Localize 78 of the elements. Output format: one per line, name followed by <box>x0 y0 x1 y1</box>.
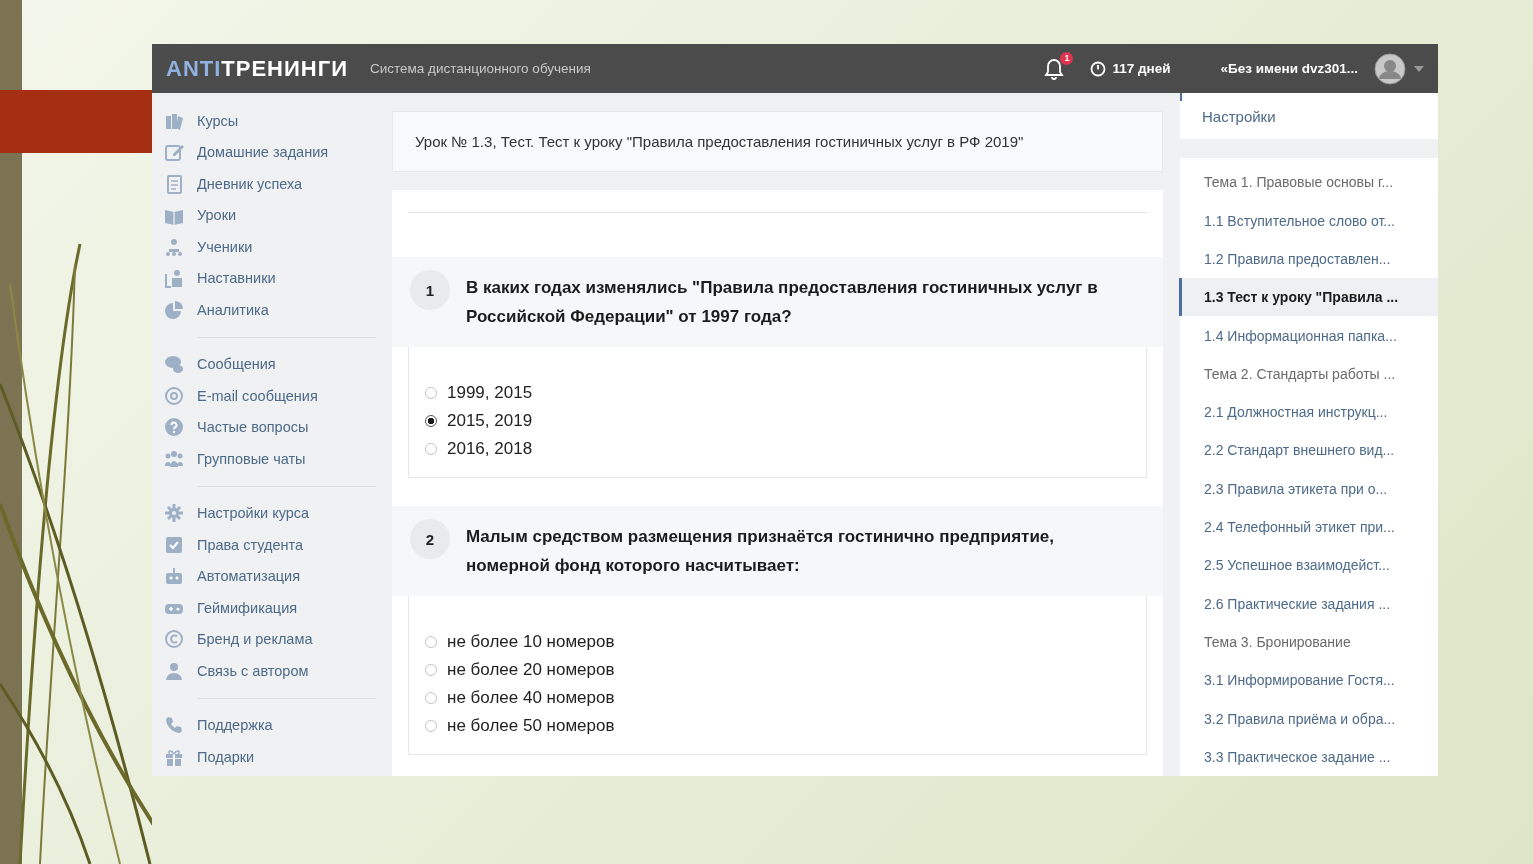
sidebar-item[interactable]: Геймификация <box>164 592 376 624</box>
sidebar-item[interactable]: Настройки курса <box>164 497 376 529</box>
sidebar-item[interactable]: Подарки <box>164 741 376 773</box>
answer-option[interactable]: не более 20 номеров <box>447 660 615 680</box>
robot-icon <box>164 566 184 587</box>
clock-icon <box>1090 60 1107 77</box>
lesson-item[interactable]: 2.6 Практические задания ... <box>1179 584 1438 623</box>
question-number: 2 <box>410 519 450 559</box>
logo[interactable]: ANTIТРЕНИНГИ <box>166 55 348 82</box>
lesson-item[interactable]: 2.2 Стандарт внешнего вид... <box>1179 431 1438 470</box>
lesson-item[interactable]: 2.5 Успешное взаимодейст... <box>1179 546 1438 585</box>
question-text: В каких годах изменялись "Правила предоставления гостиничных услуг в Российской Федерации" от 1997 года? <box>466 277 1099 328</box>
topic-item[interactable]: Тема 3. Бронирование <box>1179 622 1438 662</box>
sidebar-item[interactable]: Групповые чаты <box>164 443 376 475</box>
topic-item[interactable]: Тема 2. Стандарты работы ... <box>1179 354 1438 394</box>
sidebar-item[interactable]: Уроки <box>164 199 376 231</box>
sidebar-item[interactable]: Курсы <box>164 105 376 137</box>
lesson-item[interactable]: 3.1 Информирование Гостя... <box>1179 661 1438 700</box>
mentor-icon <box>164 268 184 289</box>
radio-button[interactable] <box>425 387 437 399</box>
sidebar-item[interactable]: Автоматизация <box>164 560 376 592</box>
radio-button[interactable] <box>425 692 437 704</box>
bell-icon[interactable] <box>1044 57 1065 80</box>
sidebar-item[interactable]: E-mail сообщения <box>164 380 376 412</box>
lesson-item[interactable]: 1.4 Информационная папка... <box>1179 316 1438 355</box>
sidebar-item[interactable]: Дневник успеха <box>164 168 376 200</box>
radio-button[interactable] <box>425 664 437 676</box>
copyright-icon <box>164 629 184 650</box>
answer-option[interactable]: 2015, 2019 <box>447 411 533 431</box>
avatar-icon[interactable] <box>1374 52 1406 85</box>
lesson-item[interactable]: 2.3 Правила этикета при о... <box>1179 469 1438 508</box>
person-icon <box>164 660 184 681</box>
sidebar-item[interactable]: Наставники <box>164 262 376 294</box>
radio-button[interactable] <box>425 443 437 455</box>
question-number: 1 <box>410 270 450 310</box>
radio-button[interactable] <box>425 415 437 427</box>
notification-badge: 1 <box>1060 51 1074 65</box>
sidebar-item[interactable]: Сообщения <box>164 348 376 380</box>
radio-button[interactable] <box>425 636 437 648</box>
topic-item[interactable]: Тема 1. Правовые основы г... <box>1179 163 1438 202</box>
lesson-item[interactable]: 3.2 Правила приёма и обра... <box>1179 699 1438 738</box>
settings-link[interactable]: Настройки <box>1202 107 1276 125</box>
pie-chart-icon <box>164 299 184 320</box>
people-icon <box>164 236 184 257</box>
answer-option[interactable]: 1999, 2015 <box>447 383 533 403</box>
answer-option[interactable]: не более 10 номеров <box>447 632 615 652</box>
answer-option[interactable]: не более 50 номеров <box>447 716 615 736</box>
lesson-title: Урок № 1.3, Тест. Тест к уроку "Правила предоставления гостиничных услуг в РФ 2019" <box>392 111 1163 172</box>
lesson-item[interactable]: 2.4 Телефонный этикет при... <box>1179 507 1438 547</box>
days-left: 117 дней <box>1112 61 1171 76</box>
user-name[interactable]: «Без имени dvz301... <box>1220 61 1358 76</box>
checkbox-icon <box>164 534 184 555</box>
phone-icon <box>164 715 184 736</box>
caret-icon[interactable] <box>1414 65 1424 72</box>
radio-button[interactable] <box>425 720 437 732</box>
lesson-item[interactable]: 1.2 Правила предоставлен... <box>1179 239 1438 279</box>
sidebar-item[interactable]: Права студента <box>164 529 376 561</box>
sidebar-item[interactable]: Связь с автором <box>164 655 376 687</box>
document-icon <box>164 173 184 194</box>
sidebar-item[interactable]: Домашние задания <box>164 136 376 168</box>
lesson-item[interactable]: 3.3 Практическое задание ... <box>1179 737 1438 776</box>
sidebar-item[interactable]: Поддержка <box>164 709 376 741</box>
question-icon <box>164 417 184 438</box>
site-subtitle: Система дистанционного обучения <box>370 61 591 76</box>
sidebar-item[interactable]: Бренд и реклама <box>164 623 376 655</box>
sidebar-item[interactable]: Ученики <box>164 231 376 263</box>
group-icon <box>164 448 184 469</box>
edit-icon <box>164 142 184 163</box>
lesson-item[interactable]: 1.3 Тест к уроку "Правила ... <box>1179 278 1438 317</box>
chat-icon <box>164 354 184 375</box>
question-text: Малым средством размещения признаётся гостинично предприятие, номерной фонд которого насчитывает: <box>466 526 1056 577</box>
sidebar-item[interactable]: Частые вопросы <box>164 411 376 443</box>
lesson-item[interactable]: 2.1 Должностная инструкц... <box>1179 393 1438 432</box>
gear-icon <box>164 503 184 524</box>
answer-option[interactable]: не более 40 номеров <box>447 688 615 708</box>
sidebar-item[interactable]: Аналитика <box>164 294 376 326</box>
lesson-item[interactable]: 1.1 Вступительное слово от... <box>1179 201 1438 240</box>
answer-option[interactable]: 2016, 2018 <box>447 439 533 459</box>
